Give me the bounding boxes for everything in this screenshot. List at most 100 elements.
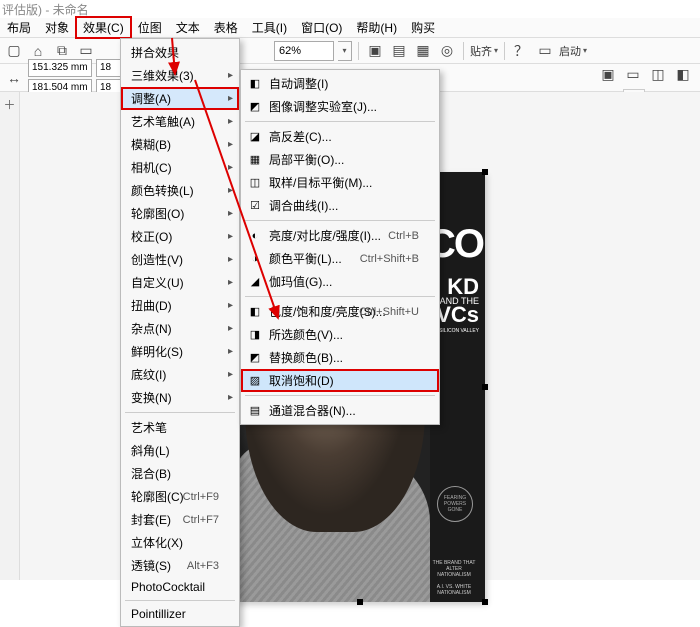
selection-handle[interactable] xyxy=(482,384,488,390)
cover-footer: THE BRAND THAT ALTER NATIONALISMA.I. VS.… xyxy=(429,560,479,596)
menu-item[interactable]: ◫取样/目标平衡(M)... xyxy=(241,171,439,194)
trace-icon[interactable]: ◫ xyxy=(648,64,668,84)
menu-item[interactable]: 工具(I) xyxy=(245,17,294,38)
rulers-icon[interactable]: ▦ xyxy=(413,41,433,61)
menu-item[interactable]: ◪高反差(C)... xyxy=(241,125,439,148)
view-icon[interactable]: ◎ xyxy=(437,41,457,61)
menu-item[interactable]: 透镜(S)Alt+F3 xyxy=(121,554,239,577)
menu-item[interactable]: 艺术笔触(A)▸ xyxy=(121,110,239,133)
menu-item[interactable]: 轮廓图(O)▸ xyxy=(121,202,239,225)
menu-item[interactable]: 购买 xyxy=(404,17,442,38)
grid-icon[interactable]: ▤ xyxy=(389,41,409,61)
menu-item[interactable]: 斜角(L) xyxy=(121,439,239,462)
menu-item[interactable]: 底纹(I)▸ xyxy=(121,363,239,386)
mask-icon[interactable]: ▭ xyxy=(623,64,643,84)
start-dropdown[interactable]: 启动▾ xyxy=(559,43,587,59)
menu-item[interactable]: ◧色度/饱和度/亮度(S)...Ctrl+Shift+U xyxy=(241,300,439,323)
new-icon[interactable]: ▢ xyxy=(4,41,24,61)
menu-item[interactable]: 自定义(U)▸ xyxy=(121,271,239,294)
menu-item[interactable]: 三维效果(3)▸ xyxy=(121,64,239,87)
menu-item[interactable]: ◐亮度/对比度/强度(I)...Ctrl+B xyxy=(241,224,439,247)
menu-item-icon: ☑ xyxy=(247,198,263,214)
menu-item[interactable]: 创造性(V)▸ xyxy=(121,248,239,271)
options-icon[interactable]: ▭ xyxy=(535,41,555,61)
snap-dropdown[interactable]: 贴齐▾ xyxy=(470,43,498,59)
menu-item[interactable]: 扭曲(D)▸ xyxy=(121,294,239,317)
shortcut-label: Ctrl+Shift+B xyxy=(360,253,419,265)
effects-menu: 拼合效果三维效果(3)▸调整(A)▸艺术笔触(A)▸模糊(B)▸相机(C)▸颜色… xyxy=(120,38,240,627)
selection-handle[interactable] xyxy=(482,169,488,175)
document-tabs: ＋ xyxy=(0,92,20,580)
menu-item[interactable]: 鲜明化(S)▸ xyxy=(121,340,239,363)
menu-item[interactable]: ◨所选颜色(V)... xyxy=(241,323,439,346)
chevron-right-icon: ▸ xyxy=(228,277,233,288)
fullscreen-icon[interactable]: ▣ xyxy=(365,41,385,61)
menu-item[interactable]: ▦局部平衡(O)... xyxy=(241,148,439,171)
open-icon[interactable]: ⌂ xyxy=(28,41,48,61)
menu-item[interactable]: 颜色转换(L)▸ xyxy=(121,179,239,202)
menu-item-icon: ◩ xyxy=(247,99,263,115)
menu-item-icon: ▦ xyxy=(247,152,263,168)
menu-item-icon: ◐ xyxy=(247,228,263,244)
menu-item-icon: ◧ xyxy=(247,304,263,320)
menu-item[interactable]: ◢伽玛值(G)... xyxy=(241,270,439,293)
menu-item[interactable]: Pointillizer xyxy=(121,604,239,624)
help-icon[interactable]: ？ xyxy=(511,41,531,61)
menu-item[interactable]: 杂点(N)▸ xyxy=(121,317,239,340)
menu-item[interactable]: ◩替换颜色(B)... xyxy=(241,346,439,369)
menu-item[interactable]: 文本 xyxy=(169,17,207,38)
menu-item[interactable]: 变换(N)▸ xyxy=(121,386,239,409)
chevron-right-icon: ▸ xyxy=(228,185,233,196)
chevron-right-icon: ▸ xyxy=(228,139,233,150)
menu-item[interactable]: 相机(C)▸ xyxy=(121,156,239,179)
menu-item[interactable]: ◑颜色平衡(L)...Ctrl+Shift+B xyxy=(241,247,439,270)
menu-item[interactable]: 校正(O)▸ xyxy=(121,225,239,248)
paste-icon[interactable]: ▭ xyxy=(76,41,96,61)
stretch-icon[interactable]: ↔ xyxy=(4,68,24,88)
crop-icon[interactable]: ▣ xyxy=(598,64,618,84)
menu-item[interactable]: ◩图像调整实验室(J)... xyxy=(241,95,439,118)
zoom-input[interactable] xyxy=(274,41,334,61)
menu-item[interactable]: 拼合效果 xyxy=(121,41,239,64)
menu-item[interactable]: 位图 xyxy=(131,17,169,38)
chevron-right-icon: ▸ xyxy=(228,231,233,242)
menu-item[interactable]: ▤通道混合器(N)... xyxy=(241,399,439,422)
chevron-right-icon: ▸ xyxy=(228,346,233,357)
menu-item[interactable]: ▨取消饱和(D) xyxy=(241,369,439,392)
cover-circle-badge: FEARING POWERS GONE xyxy=(437,486,473,522)
chevron-right-icon: ▸ xyxy=(228,162,233,173)
menu-item[interactable]: 轮廓图(C)Ctrl+F9 xyxy=(121,485,239,508)
menu-item[interactable]: 模糊(B)▸ xyxy=(121,133,239,156)
new-tab-button[interactable]: ＋ xyxy=(3,96,15,113)
menu-item[interactable]: 混合(B) xyxy=(121,462,239,485)
selection-handle[interactable] xyxy=(357,599,363,605)
menu-item[interactable]: ◧自动调整(I) xyxy=(241,72,439,95)
layers-icon[interactable]: ◧ xyxy=(673,64,693,84)
menu-item[interactable]: 对象 xyxy=(38,17,76,38)
menu-item[interactable]: 立体化(X) xyxy=(121,531,239,554)
chevron-right-icon: ▸ xyxy=(228,300,233,311)
menu-item[interactable]: ☑调合曲线(I)... xyxy=(241,194,439,217)
chevron-right-icon: ▸ xyxy=(228,93,233,104)
menu-item-icon: ◩ xyxy=(247,350,263,366)
copy-icon[interactable]: ⧉ xyxy=(52,41,72,61)
shortcut-label: Ctrl+B xyxy=(388,230,419,242)
menu-item[interactable]: 效果(C) xyxy=(76,17,131,38)
menu-item[interactable]: 封套(E)Ctrl+F7 xyxy=(121,508,239,531)
menu-item[interactable]: 窗口(O) xyxy=(294,17,349,38)
menu-item[interactable]: 艺术笔 xyxy=(121,416,239,439)
zoom-dropdown-icon[interactable]: ▾ xyxy=(338,41,352,61)
menu-item[interactable]: 帮助(H) xyxy=(349,17,404,38)
selection-handle[interactable] xyxy=(482,599,488,605)
menu-item[interactable]: 布局 xyxy=(0,17,38,38)
shortcut-label: Alt+F3 xyxy=(187,560,219,572)
menu-item[interactable]: 调整(A)▸ xyxy=(121,87,239,110)
menu-item-icon: ▨ xyxy=(247,373,263,389)
chevron-right-icon: ▸ xyxy=(228,392,233,403)
menu-item[interactable]: PhotoCocktail xyxy=(121,577,239,597)
chevron-right-icon: ▸ xyxy=(228,116,233,127)
width-field[interactable]: 151.325 mm xyxy=(28,59,92,77)
menu-item-icon: ◫ xyxy=(247,175,263,191)
menu-item-icon: ◢ xyxy=(247,274,263,290)
menu-item[interactable]: 表格 xyxy=(207,17,245,38)
